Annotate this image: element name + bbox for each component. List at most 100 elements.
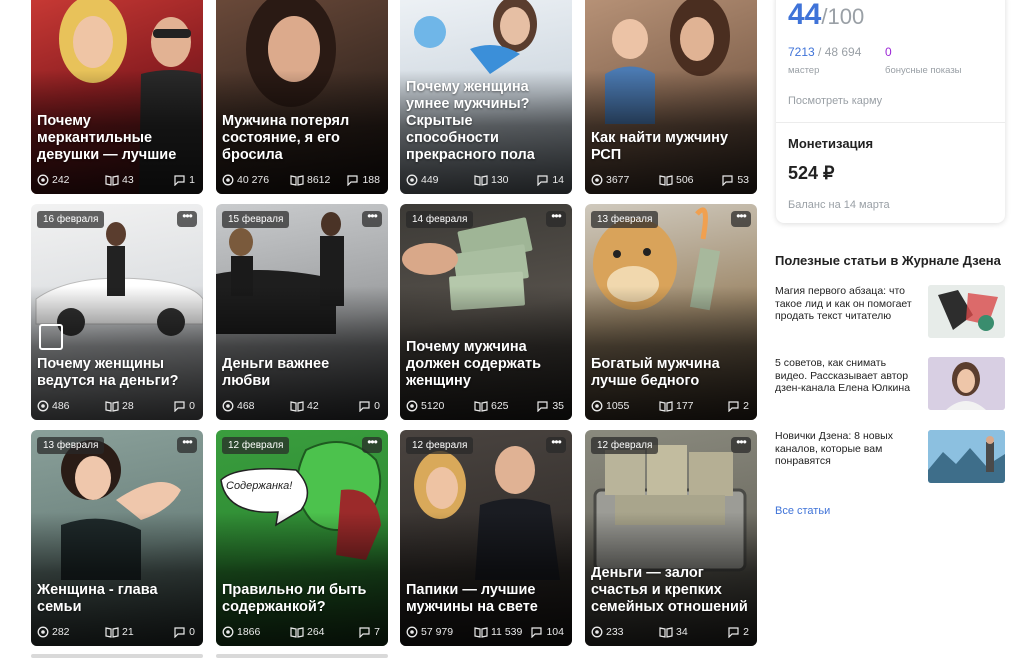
more-menu-icon[interactable]: •••: [177, 436, 197, 453]
views-icon: [37, 626, 49, 638]
comments-count: 188: [362, 174, 380, 186]
reads-stat: 506: [659, 174, 721, 186]
comments-stat: 0: [358, 400, 380, 412]
more-menu-icon[interactable]: •••: [177, 210, 197, 227]
views-count: 3677: [606, 174, 630, 186]
views-stat: 5120: [406, 400, 474, 412]
master-label: мастер: [788, 65, 820, 76]
article-item[interactable]: 5 советов, как снимать видео. Рассказыва…: [775, 357, 1005, 412]
comments-icon: [174, 175, 185, 186]
comments-count: 2: [743, 626, 749, 638]
card-title[interactable]: Папики — лучшие мужчины на свете: [406, 582, 564, 616]
more-menu-icon[interactable]: •••: [731, 210, 751, 227]
views-stat: 282: [37, 626, 105, 638]
views-icon: [591, 400, 603, 412]
comments-icon: [722, 175, 733, 186]
comments-count: 35: [552, 400, 564, 412]
article-text[interactable]: Новички Дзена: 8 новых каналов, которые …: [775, 430, 915, 468]
card-stats: 233 34 2: [591, 624, 749, 640]
collage-illustration: [928, 285, 1005, 338]
portrait-thumbnail: [928, 357, 1005, 410]
views-stat: 1866: [222, 626, 290, 638]
views-stat: 40 276: [222, 174, 290, 186]
comments-stat: 1: [173, 174, 195, 186]
views-icon: [222, 174, 234, 186]
publication-card[interactable]: Как найти мужчину РСП 3677 506 53: [585, 0, 757, 194]
publication-card[interactable]: Почему меркантильные девушки — лучшие 24…: [31, 0, 203, 194]
publication-card[interactable]: Почему женщина умнее мужчины? Скрытые сп…: [400, 0, 572, 194]
publication-card[interactable]: 12 февраля ••• Папики — лучшие мужчины н…: [400, 430, 572, 646]
more-menu-icon[interactable]: •••: [362, 210, 382, 227]
publication-card[interactable]: 12 февраля ••• Деньги — залог счастья и …: [585, 430, 757, 646]
publication-card[interactable]: 15 февраля ••• Деньги важнее любви 468 4…: [216, 204, 388, 420]
views-count: 1866: [237, 626, 261, 638]
views-icon: [222, 400, 234, 412]
publication-card[interactable]: 13 февраля ••• Богатый мужчина лучше бед…: [585, 204, 757, 420]
reads-icon: [474, 627, 488, 638]
publication-card[interactable]: Мужчина потерял состояние, я его бросила…: [216, 0, 388, 194]
comments-icon: [537, 175, 548, 186]
card-title[interactable]: Как найти мужчину РСП: [591, 130, 749, 164]
reads-stat: 8612: [290, 174, 346, 186]
all-articles-link[interactable]: Все статьи: [775, 505, 830, 517]
card-title[interactable]: Почему мужчина должен содержать женщину: [406, 339, 564, 390]
article-text[interactable]: 5 советов, как снимать видео. Рассказыва…: [775, 357, 915, 395]
article-item[interactable]: Магия первого абзаца: что такое лид и ка…: [775, 285, 1005, 340]
card-title[interactable]: Правильно ли быть содержанкой?: [222, 582, 380, 616]
article-thumbnail[interactable]: [928, 430, 1005, 483]
more-menu-icon[interactable]: •••: [546, 210, 566, 227]
card-title[interactable]: Деньги — залог счастья и крепких семейны…: [591, 565, 749, 616]
reads-icon: [105, 627, 119, 638]
publication-card[interactable]: 16 февраля ••• Почему женщины ведутся на…: [31, 204, 203, 420]
card-title[interactable]: Богатый мужчина лучше бедного: [591, 356, 749, 390]
views-count: 233: [606, 626, 624, 638]
reads-stat: 130: [474, 174, 536, 186]
view-karma-link[interactable]: Посмотреть карму: [788, 95, 882, 107]
publication-card[interactable]: 14 февраля ••• Почему мужчина должен сод…: [400, 204, 572, 420]
comments-icon: [537, 401, 548, 412]
more-menu-icon[interactable]: •••: [546, 436, 566, 453]
publication-date: 14 февраля: [406, 211, 474, 228]
views-count: 486: [52, 400, 70, 412]
reads-count: 264: [307, 626, 325, 638]
views-count: 1055: [606, 400, 630, 412]
views-stat: 468: [222, 400, 290, 412]
comments-stat: 0: [173, 626, 195, 638]
article-thumbnail[interactable]: [928, 357, 1005, 410]
more-menu-icon[interactable]: •••: [731, 436, 751, 453]
speech-bubble-text: Содержанка!: [226, 480, 293, 492]
card-stats: 449 130 14: [406, 172, 564, 188]
card-title[interactable]: Мужчина потерял состояние, я его бросила: [222, 113, 380, 164]
views-stat: 233: [591, 626, 659, 638]
card-title[interactable]: Деньги важнее любви: [222, 356, 380, 390]
publication-card[interactable]: 13 февраля ••• Женщина - глава семьи 282…: [31, 430, 203, 646]
views-count: 5120: [421, 400, 445, 412]
reads-stat: 42: [290, 400, 358, 412]
article-item[interactable]: Новички Дзена: 8 новых каналов, которые …: [775, 430, 1005, 485]
next-row-card-edge: [216, 654, 388, 658]
karma-value: 44: [788, 0, 822, 31]
views-stat: 486: [37, 400, 105, 412]
views-count: 449: [421, 174, 439, 186]
reads-count: 506: [676, 174, 694, 186]
checkbox[interactable]: [39, 324, 63, 350]
comments-icon: [728, 401, 739, 412]
comments-stat: 188: [346, 174, 380, 186]
article-thumbnail[interactable]: [928, 285, 1005, 338]
reads-count: 177: [676, 400, 694, 412]
comments-stat: 0: [173, 400, 195, 412]
more-menu-icon[interactable]: •••: [362, 436, 382, 453]
reads-icon: [474, 401, 488, 412]
views-stat: 57 979: [406, 626, 474, 638]
card-title[interactable]: Почему женщина умнее мужчины? Скрытые сп…: [406, 79, 564, 164]
reads-count: 8612: [307, 174, 331, 186]
article-text[interactable]: Магия первого абзаца: что такое лид и ка…: [775, 285, 915, 323]
card-title[interactable]: Почему меркантильные девушки — лучшие: [37, 113, 195, 164]
card-title[interactable]: Почему женщины ведутся на деньги?: [37, 356, 195, 390]
views-icon: [406, 174, 418, 186]
card-title[interactable]: Женщина - глава семьи: [37, 582, 195, 616]
views-icon: [406, 400, 418, 412]
views-icon: [222, 626, 234, 638]
comments-stat: 14: [536, 174, 564, 186]
publication-card[interactable]: Содержанка! 12 февраля ••• Правильно ли …: [216, 430, 388, 646]
